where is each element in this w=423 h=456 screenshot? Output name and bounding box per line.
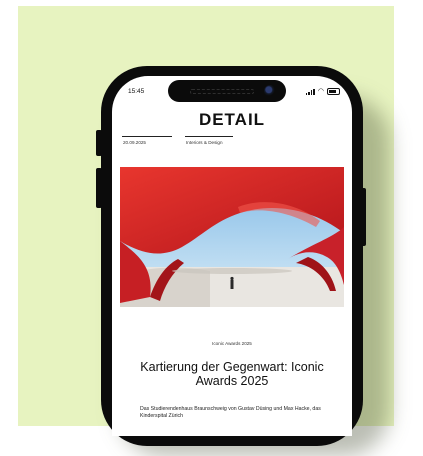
category-rule (185, 136, 233, 137)
article-kicker: Iconic Awards 2025 (212, 341, 252, 346)
phone-screen: 15:45 ◠ DETAIL 20.09.2025 Interiors & De… (112, 76, 352, 436)
camera-icon (264, 85, 276, 97)
date-rule (122, 136, 172, 137)
signal-icon (305, 88, 315, 95)
article-category[interactable]: Interiors & Design (186, 140, 223, 145)
status-icons: ◠ (305, 87, 340, 95)
dynamic-island (168, 80, 286, 102)
article-date: 20.09.2025 (123, 140, 146, 145)
speaker-grille (190, 89, 254, 94)
hero-image[interactable] (120, 167, 344, 307)
article-headline[interactable]: Kartierung der Gegenwart: Iconic Awards … (122, 360, 342, 388)
status-time: 15:45 (128, 88, 145, 95)
battery-icon (327, 88, 340, 95)
article-teaser: Das Studierendenhaus Braunschweig von Gu… (140, 406, 321, 419)
site-logo[interactable]: DETAIL (112, 110, 352, 130)
wifi-icon: ◠ (317, 87, 324, 95)
